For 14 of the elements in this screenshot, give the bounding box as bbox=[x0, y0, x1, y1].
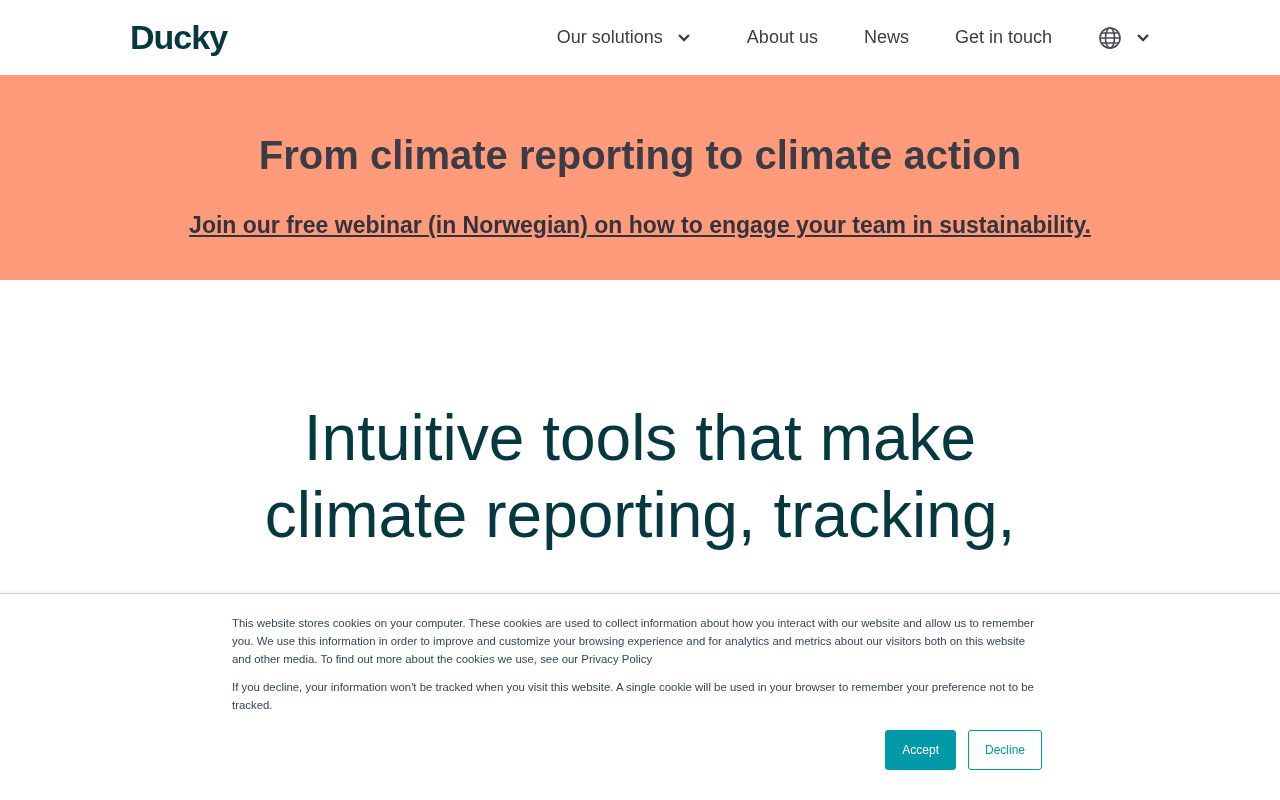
hero-heading: Intuitive tools that make climate reporting, tracking, bbox=[263, 401, 1017, 553]
nav-link[interactable]: News bbox=[863, 27, 909, 48]
cookie-text: If you decline, your information won't be tracked when you visit this website. A single cookie will be used in your browser to remember your preference not to be tracked. bbox=[232, 680, 1035, 713]
chevron-down-icon bbox=[676, 33, 691, 42]
promo-title: From climate reporting to climate action bbox=[258, 133, 1022, 178]
chevron-down-icon bbox=[1136, 33, 1150, 42]
nav-link[interactable]: About us bbox=[746, 27, 818, 48]
nav-link[interactable]: Our solutions bbox=[556, 27, 691, 48]
cookie-text: This website stores cookies on your computer. These cookies are used to collect information about how you interact with our website and allow us to remember you. We use this information in order to improve and customize your browsing experience and for analytics and metrics about our visitors both on this website and other media. To find out more about the cookies we use, see our Privacy Policy bbox=[232, 616, 1035, 667]
globe-icon[interactable] bbox=[1098, 25, 1122, 50]
nav-link[interactable]: Get in touch bbox=[954, 27, 1052, 48]
webinar-link[interactable]: Join our free webinar (in Norwegian) on how to engage your team in sustainability. bbox=[189, 212, 1091, 239]
decline-button[interactable]: Decline bbox=[967, 730, 1042, 770]
logo[interactable]: Ducky bbox=[130, 18, 228, 57]
